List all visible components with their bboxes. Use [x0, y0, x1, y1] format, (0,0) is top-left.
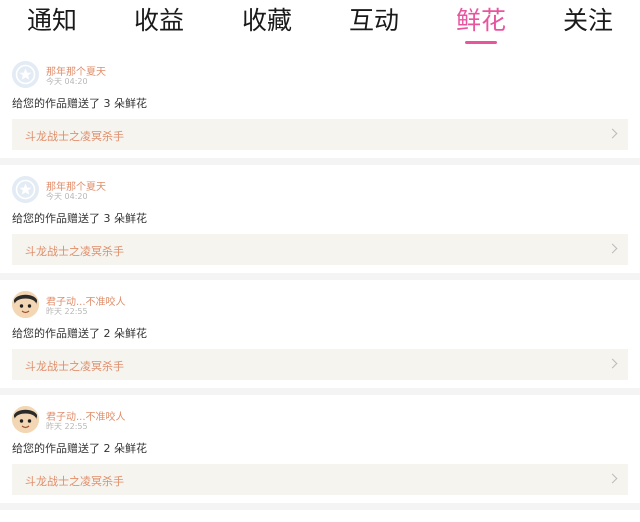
work-title: 斗龙战士之凌冥杀手 — [25, 360, 124, 373]
active-tab-indicator — [465, 41, 497, 44]
default-star-avatar-icon — [15, 179, 36, 200]
divider — [0, 158, 640, 165]
divider — [0, 388, 640, 395]
work-title: 斗龙战士之凌冥杀手 — [25, 245, 124, 258]
tab-notifications[interactable]: 通知 — [27, 4, 77, 38]
cartoon-face-avatar-icon — [12, 406, 39, 433]
chevron-right-icon — [607, 473, 618, 484]
work-link[interactable]: 斗龙战士之凌冥杀手 — [12, 234, 628, 265]
gift-message: 给您的作品赠送了 3 朵鲜花 — [12, 212, 147, 225]
work-title: 斗龙战士之凌冥杀手 — [25, 475, 124, 488]
divider — [0, 503, 640, 510]
avatar[interactable] — [12, 406, 39, 433]
chevron-right-icon — [607, 128, 618, 139]
chevron-right-icon — [607, 243, 618, 254]
tab-earnings[interactable]: 收益 — [134, 4, 184, 38]
work-link[interactable]: 斗龙战士之凌冥杀手 — [12, 464, 628, 495]
timestamp: 昨天 22:55 — [46, 422, 88, 431]
notification-item: 君子动...不准咬人 昨天 22:55 给您的作品赠送了 2 朵鲜花 斗龙战士之… — [0, 395, 640, 503]
tab-flowers[interactable]: 鲜花 — [456, 4, 506, 38]
avatar[interactable] — [12, 61, 39, 88]
timestamp: 昨天 22:55 — [46, 307, 88, 316]
timestamp: 今天 04:20 — [46, 77, 88, 86]
timestamp: 今天 04:20 — [46, 192, 88, 201]
avatar[interactable] — [12, 176, 39, 203]
work-link[interactable]: 斗龙战士之凌冥杀手 — [12, 119, 628, 150]
notification-item: 君子动...不准咬人 昨天 22:55 给您的作品赠送了 2 朵鲜花 斗龙战士之… — [0, 280, 640, 388]
tab-following[interactable]: 关注 — [563, 4, 613, 38]
notification-feed: 那年那个夏天 今天 04:20 给您的作品赠送了 3 朵鲜花 斗龙战士之凌冥杀手… — [0, 50, 640, 510]
default-star-avatar-icon — [15, 64, 36, 85]
tab-favorites[interactable]: 收藏 — [242, 4, 292, 38]
notification-item: 那年那个夏天 今天 04:20 给您的作品赠送了 3 朵鲜花 斗龙战士之凌冥杀手 — [0, 165, 640, 273]
chevron-right-icon — [607, 358, 618, 369]
divider — [0, 273, 640, 280]
gift-message: 给您的作品赠送了 2 朵鲜花 — [12, 442, 147, 455]
gift-message: 给您的作品赠送了 2 朵鲜花 — [12, 327, 147, 340]
notification-item: 那年那个夏天 今天 04:20 给您的作品赠送了 3 朵鲜花 斗龙战士之凌冥杀手 — [0, 50, 640, 158]
cartoon-face-avatar-icon — [12, 291, 39, 318]
gift-message: 给您的作品赠送了 3 朵鲜花 — [12, 97, 147, 110]
avatar[interactable] — [12, 291, 39, 318]
work-link[interactable]: 斗龙战士之凌冥杀手 — [12, 349, 628, 380]
work-title: 斗龙战士之凌冥杀手 — [25, 130, 124, 143]
tab-bar: 通知 收益 收藏 互动 鲜花 关注 — [0, 0, 640, 50]
tab-interactions[interactable]: 互动 — [349, 4, 399, 38]
